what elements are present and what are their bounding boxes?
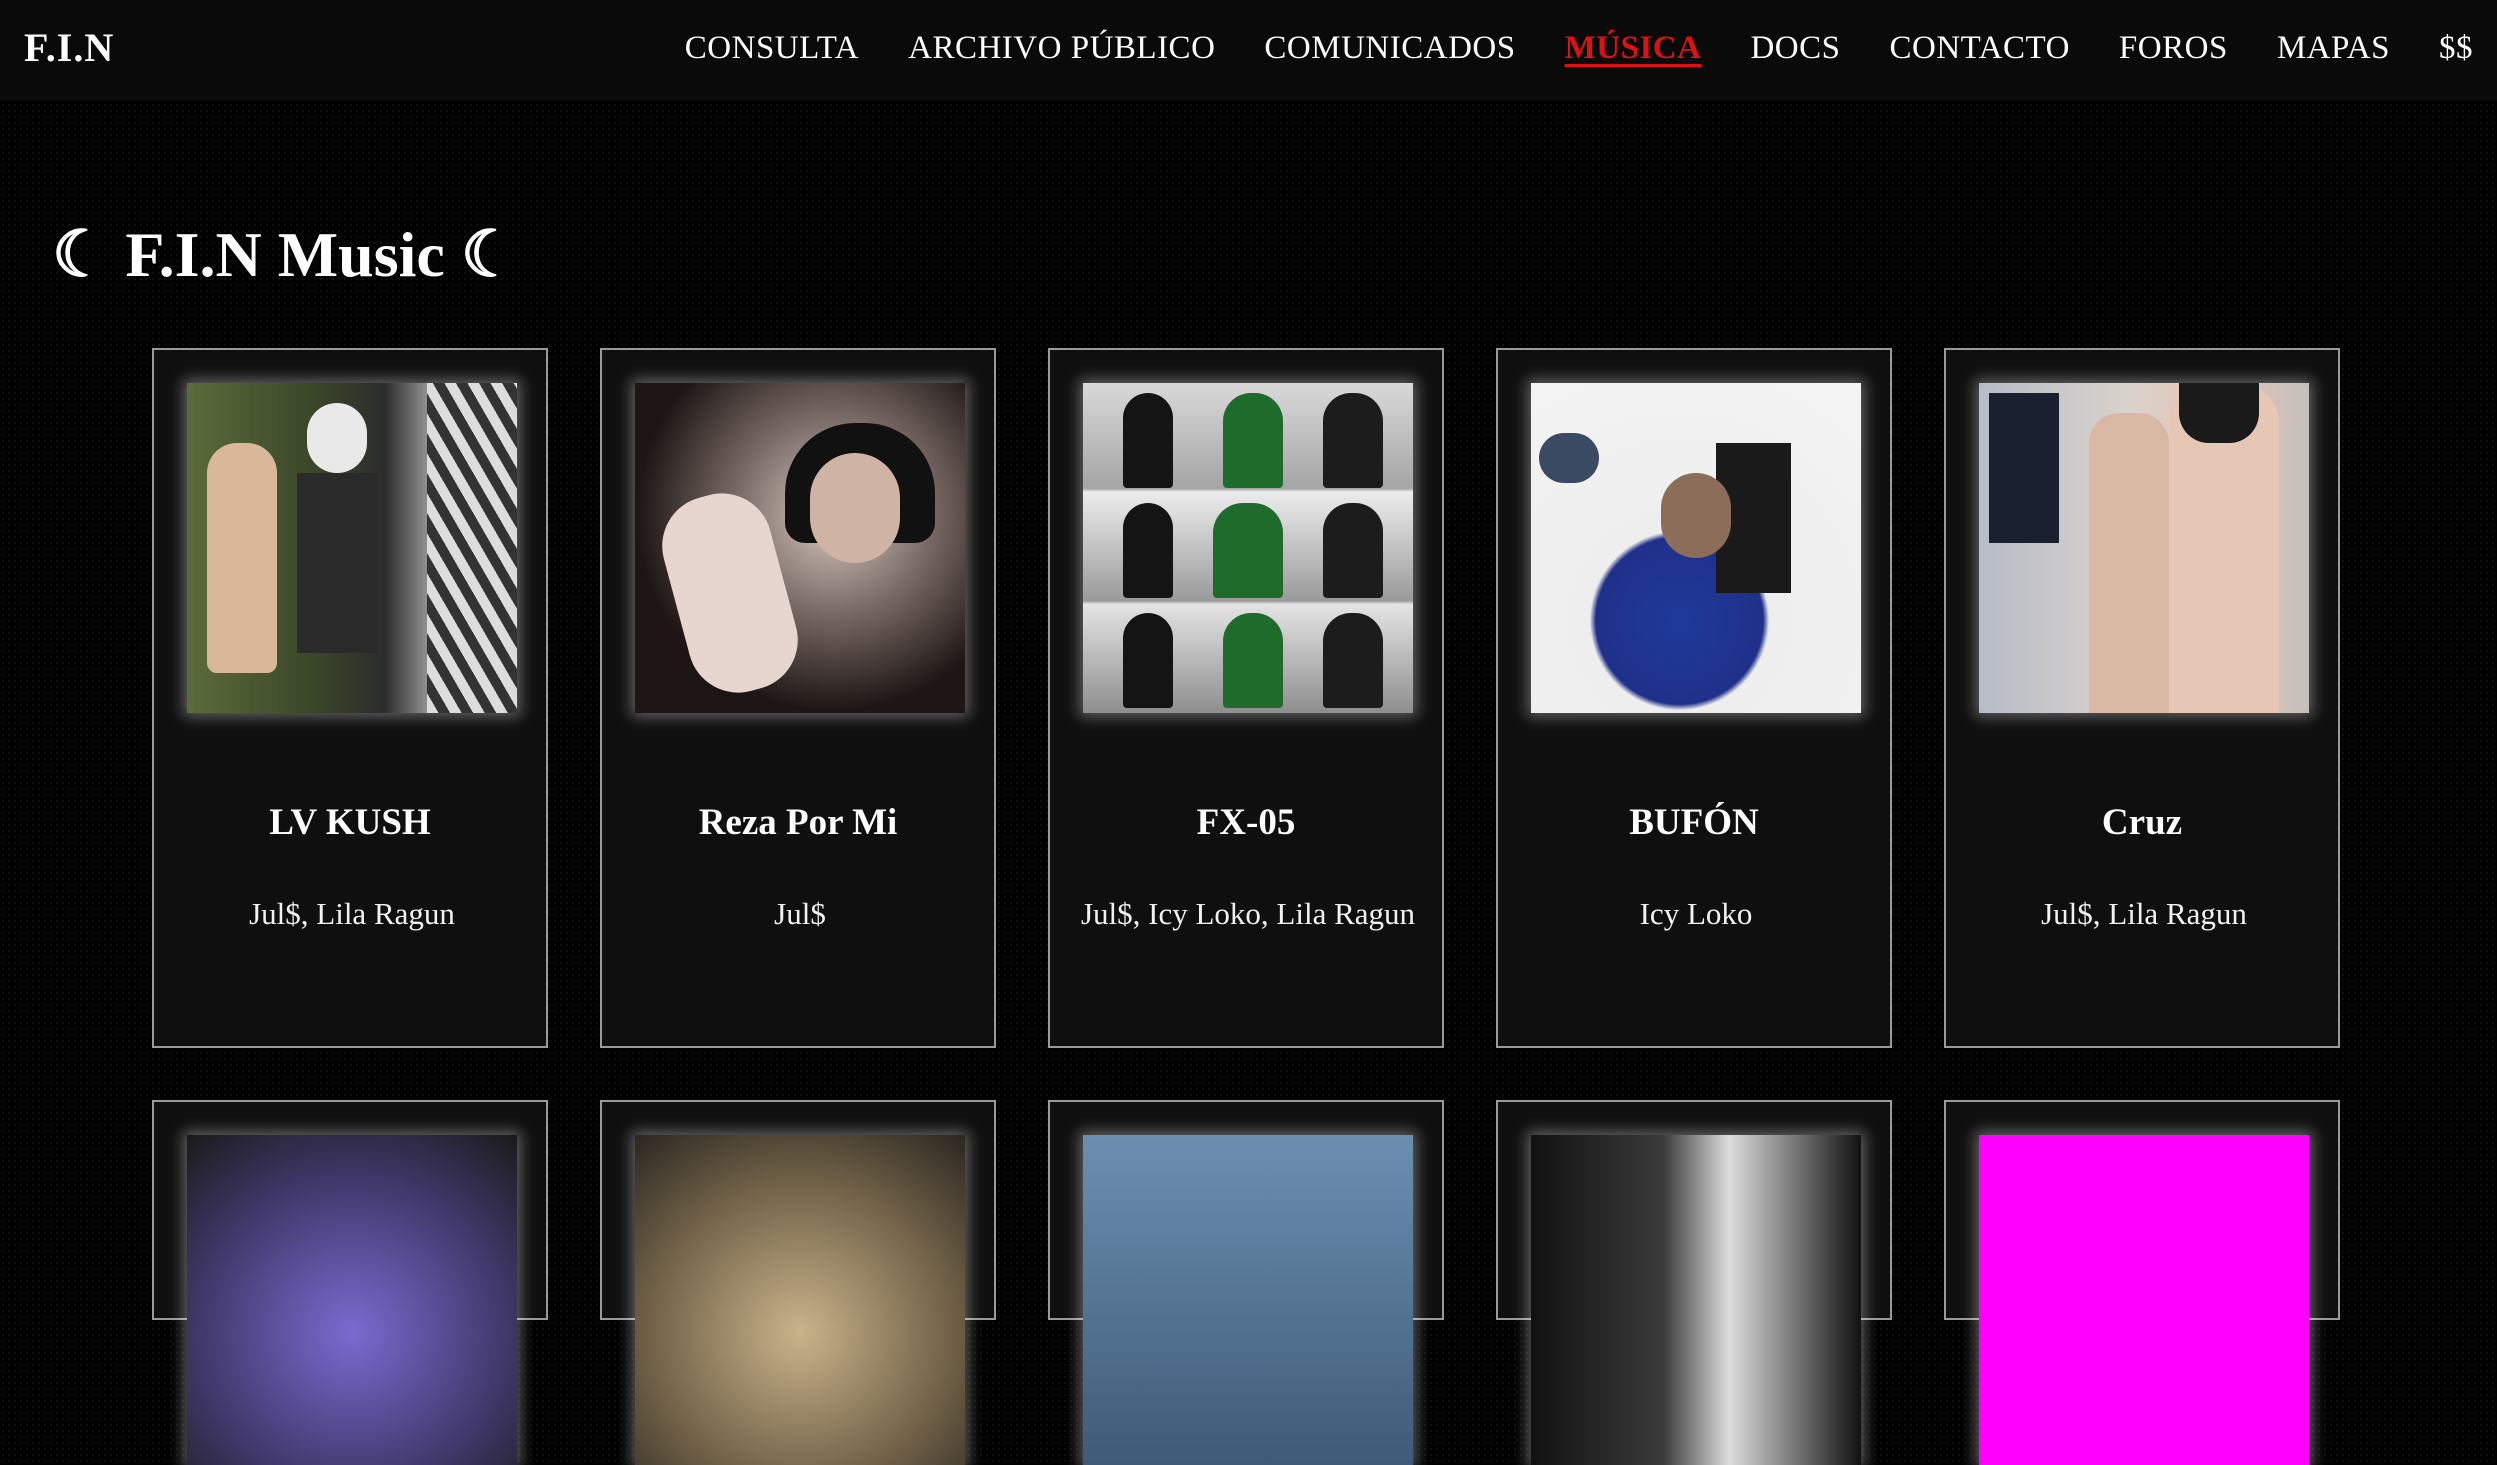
music-card[interactable]: [152, 1100, 548, 1465]
cover-image[interactable]: [1531, 1135, 1861, 1465]
card-title: Reza Por Mi: [698, 802, 898, 843]
card-artists: Icy Loko: [1639, 896, 1753, 931]
music-card[interactable]: [1944, 1100, 2340, 1465]
music-card[interactable]: [1496, 1100, 1892, 1465]
card-artists: Jul$, Lila Ragun: [249, 896, 455, 931]
cover-image[interactable]: [1083, 383, 1413, 713]
music-card[interactable]: [600, 1100, 996, 1465]
card-title: FX-05: [1196, 802, 1296, 843]
cover-image[interactable]: [635, 383, 965, 713]
cover-image[interactable]: [635, 1135, 965, 1465]
cover-image[interactable]: [187, 1135, 517, 1465]
card-title: Cruz: [2101, 802, 2183, 843]
card-title: BUFÓN: [1629, 802, 1759, 843]
music-card-reza-por-mi[interactable]: Reza Por Mi Jul$: [600, 348, 996, 1048]
cover-image[interactable]: [187, 383, 517, 713]
music-card-cruz[interactable]: Cruz Jul$, Lila Ragun: [1944, 348, 2340, 1048]
card-artists: Jul$, Lila Ragun: [2041, 896, 2247, 931]
cover-image[interactable]: [1979, 1135, 2309, 1465]
music-grid: LV KUSH Jul$, Lila Ragun Reza Por Mi Jul…: [0, 0, 2497, 1465]
music-card-fx-05[interactable]: FX-05 Jul$, Icy Loko, Lila Ragun: [1048, 348, 1444, 1048]
card-artists: Jul$: [774, 896, 826, 931]
cover-image[interactable]: [1083, 1135, 1413, 1465]
cover-image[interactable]: [1979, 383, 2309, 713]
cover-image[interactable]: [1531, 383, 1861, 713]
music-card-lv-kush[interactable]: LV KUSH Jul$, Lila Ragun: [152, 348, 548, 1048]
music-card-bufon[interactable]: BUFÓN Icy Loko: [1496, 348, 1892, 1048]
card-artists: Jul$, Icy Loko, Lila Ragun: [1080, 896, 1416, 931]
card-title: LV KUSH: [269, 802, 431, 843]
music-card[interactable]: [1048, 1100, 1444, 1465]
